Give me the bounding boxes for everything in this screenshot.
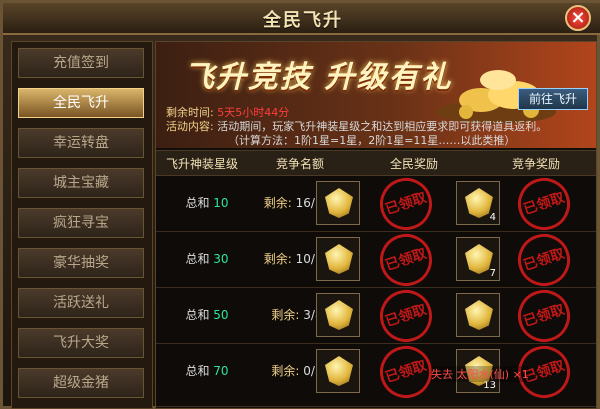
header-universal-reward: 全民奖励 [389,157,438,171]
reward-table-header: 飞升神装星级 竞争名额 全民奖励 竞争奖励 [156,150,596,176]
star-total-value: 50 [213,308,229,322]
sidebar-item-recharge-signin[interactable]: 充值签到 [18,48,144,78]
claimed-stamp: 已领取 [373,283,439,349]
universal-reward-item[interactable] [316,293,360,337]
item-count: 7 [489,268,496,279]
universal-reward-item[interactable] [316,349,360,393]
window-title: 全民飞升 [263,10,343,31]
sidebar-item-lucky-wheel[interactable]: 幸运转盘 [18,128,144,158]
universal-reward-item[interactable] [316,181,360,225]
claimed-stamp: 已领取 [373,171,439,237]
universal-reward-item[interactable] [316,237,360,281]
star-total: 总和 10 [185,196,229,210]
gem-icon [325,188,353,218]
star-total-value: 30 [213,252,229,266]
header-competition-reward: 竞争奖励 [511,157,560,171]
close-icon[interactable]: × [565,5,591,31]
table-row: 总和 70 剩余: 0/3 已领取 13 已领取 [156,339,596,407]
gem-icon [325,244,353,274]
sidebar-item-active-gift[interactable]: 活跃送礼 [18,288,144,318]
star-total: 总和 50 [185,308,229,322]
gem-icon [325,300,353,330]
competition-reward-item[interactable] [456,293,500,337]
item-count: 4 [489,212,496,223]
title-bar: 全民飞升 × [3,3,600,35]
activity-content-label: 活动内容: [166,120,214,133]
sidebar-item-super-piggy[interactable]: 超级金猪 [18,368,144,398]
competition-reward-item[interactable]: 4 [456,181,500,225]
gem-icon [325,356,353,386]
sidebar-item-lord-treasure[interactable]: 城主宝藏 [18,168,144,198]
sidebar-item-ascend-grand-prize[interactable]: 飞升大奖 [18,328,144,358]
sidebar-item-deluxe-lottery[interactable]: 豪华抽奖 [18,248,144,278]
star-total: 总和 70 [185,364,229,378]
claimed-stamp: 已领取 [511,171,577,237]
claimed-stamp: 已领取 [511,283,577,349]
table-row: 总和 10 剩余: 16/30 已领取 4 已领取 [156,171,596,237]
star-total: 总和 30 [185,252,229,266]
header-star-level: 飞升神装星级 [165,157,238,171]
sidebar-item-all-ascend[interactable]: 全民飞升 [18,88,144,118]
star-total-value: 70 [213,364,229,378]
app-window: 全民飞升 × 充值签到 全民飞升 幸运转盘 城主宝藏 疯狂寻宝 豪华抽奖 活跃送… [0,0,600,409]
claimed-stamp: 已领取 [373,227,439,293]
claimed-stamp: 已领取 [511,227,577,293]
sidebar-item-crazy-treasure-hunt[interactable]: 疯狂寻宝 [18,208,144,238]
sidebar: 充值签到 全民飞升 幸运转盘 城主宝藏 疯狂寻宝 豪华抽奖 活跃送礼 飞升大奖 … [11,41,153,409]
claimed-stamp: 已领取 [373,339,439,405]
header-competition-slots: 竞争名额 [275,157,324,171]
main-content: 飞升竞技 升级有礼 前往飞升 剩余时间: 5天5小时44分 活动内容: 活动期间… [155,41,597,409]
goto-ascend-button[interactable]: 前往飞升 [518,88,588,110]
formula-text: （计算方法：1阶1星=1星，2阶1星=11星……以此类推） [228,134,516,147]
banner-title: 飞升竞技 升级有礼 [184,60,453,95]
table-row: 总和 50 剩余: 3/8 已领取 已领取 [156,283,596,349]
gem-icon [465,300,493,330]
competition-reward-item[interactable]: 7 [456,237,500,281]
star-total-value: 10 [213,196,229,210]
event-banner: 飞升竞技 升级有礼 前往飞升 剩余时间: 5天5小时44分 活动内容: 活动期间… [156,42,596,148]
table-row: 总和 30 剩余: 10/15 已领取 7 已领取 [156,227,596,293]
item-loss-notice: 失去 太阳水(仙) ×1 [431,366,529,382]
